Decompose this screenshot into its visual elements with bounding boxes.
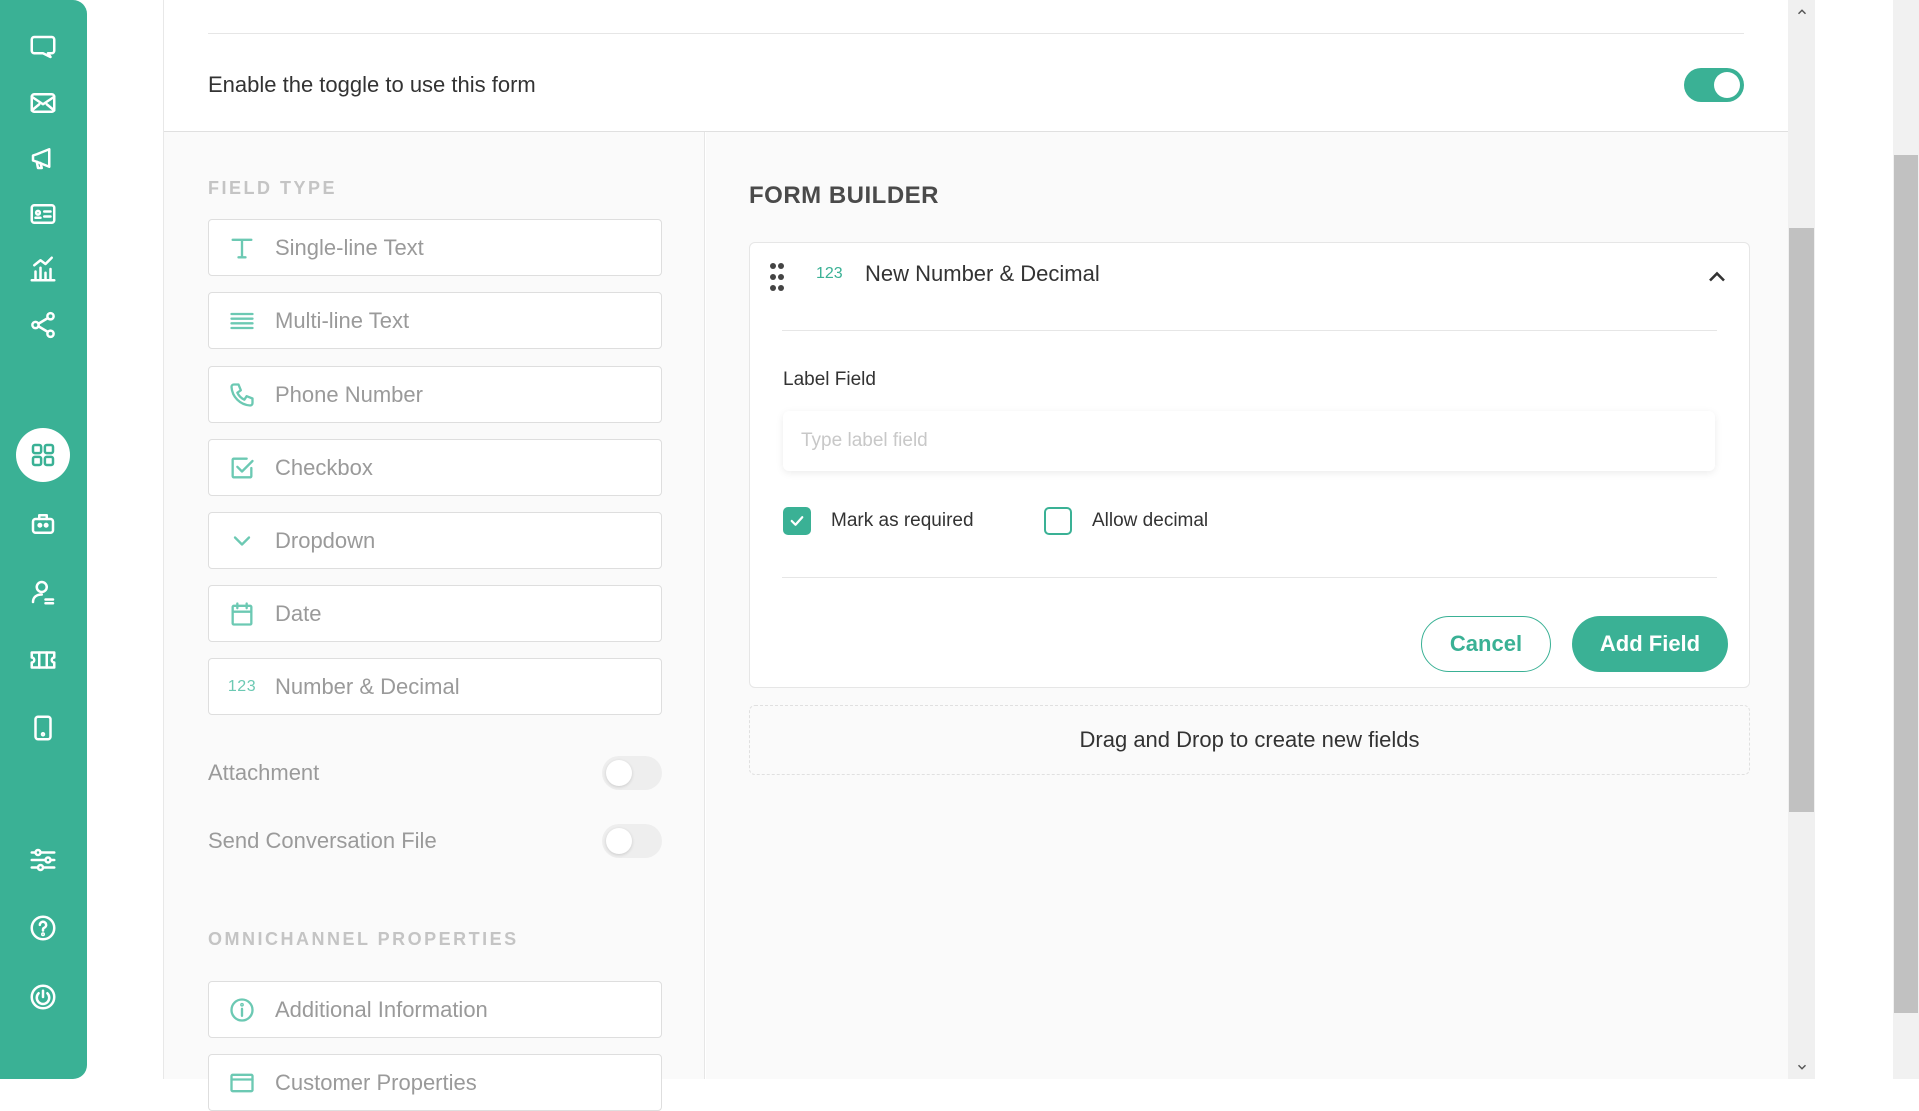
label-field-input[interactable]: [783, 411, 1715, 471]
add-field-button[interactable]: Add Field: [1572, 616, 1728, 672]
contact-card-icon[interactable]: [16, 187, 70, 241]
drop-zone[interactable]: Drag and Drop to create new fields: [749, 705, 1750, 775]
field-label: Multi-line Text: [275, 307, 410, 333]
field-label: Customer Properties: [275, 1069, 477, 1095]
allow-decimal-checkbox[interactable]: Allow decimal: [1044, 507, 1208, 535]
field-checkbox[interactable]: Checkbox: [208, 439, 662, 496]
megaphone-icon[interactable]: [16, 131, 70, 185]
field-label: Additional Information: [275, 996, 488, 1022]
drag-handle-icon[interactable]: [770, 263, 784, 293]
scrollbar-thumb[interactable]: [1894, 155, 1918, 1013]
send-conversation-file-row: Send Conversation File: [208, 824, 662, 858]
power-icon[interactable]: [16, 970, 70, 1024]
field-label: Date: [275, 600, 322, 626]
chevron-up-icon[interactable]: [1703, 263, 1731, 291]
number-icon: 123: [227, 677, 257, 695]
calendar-icon: [227, 599, 257, 629]
field-type-title: FIELD TYPE: [208, 178, 338, 198]
allow-decimal-label: Allow decimal: [1092, 510, 1209, 531]
field-single-line-text[interactable]: Single-line Text: [208, 219, 662, 276]
field-type-panel: FIELD TYPE Single-line Text Multi-line T…: [164, 132, 705, 1111]
field-multi-line-text[interactable]: Multi-line Text: [208, 292, 662, 349]
sidebar: [0, 0, 87, 1079]
inner-scrollbar[interactable]: [1788, 0, 1815, 1079]
mark-required-label: Mark as required: [831, 510, 974, 531]
field-label: Single-line Text: [275, 234, 424, 260]
send-conversation-file-toggle[interactable]: [602, 824, 662, 858]
settings-sliders-icon[interactable]: [16, 833, 70, 887]
cancel-button[interactable]: Cancel: [1421, 616, 1551, 672]
ticket-icon[interactable]: [16, 633, 70, 687]
attachment-row: Attachment: [208, 756, 662, 790]
toggle-knob: [606, 760, 632, 786]
toggle-knob: [606, 828, 632, 854]
send-conversation-file-label: Send Conversation File: [208, 828, 437, 853]
label-field-title: Label Field: [783, 369, 876, 390]
apps-grid-icon[interactable]: [16, 428, 70, 482]
attachment-label: Attachment: [208, 760, 320, 785]
divider: [782, 330, 1717, 331]
enable-form-label: Enable the toggle to use this form: [208, 72, 536, 97]
form-settings-page: Enable the toggle to use this form FIELD…: [163, 0, 1789, 1111]
drop-zone-text: Drag and Drop to create new fields: [1079, 727, 1420, 752]
divider: [208, 33, 1744, 34]
chat-icon[interactable]: [16, 20, 70, 74]
field-label: Number & Decimal: [275, 673, 460, 699]
field-date[interactable]: Date: [208, 585, 662, 642]
share-nodes-icon[interactable]: [16, 298, 70, 352]
field-label: Dropdown: [275, 527, 376, 553]
number-icon: 123: [816, 265, 843, 282]
mark-required-checkbox[interactable]: Mark as required: [783, 507, 974, 535]
agent-icon[interactable]: [16, 565, 70, 619]
analytics-icon[interactable]: [16, 242, 70, 296]
divider: [782, 577, 1717, 578]
field-phone-number[interactable]: Phone Number: [208, 366, 662, 423]
attachment-toggle[interactable]: [602, 756, 662, 790]
field-customer-properties[interactable]: Customer Properties: [208, 1054, 662, 1111]
bot-icon[interactable]: [16, 497, 70, 551]
field-editor-title: New Number & Decimal: [865, 261, 1100, 286]
scroll-down-icon[interactable]: [1788, 1055, 1815, 1079]
toggle-knob: [1714, 72, 1740, 98]
mail-icon[interactable]: [16, 76, 70, 130]
field-label: Checkbox: [275, 454, 373, 480]
checkbox-icon: [227, 453, 257, 483]
chevron-down-icon: [227, 526, 257, 556]
form-builder-title: FORM BUILDER: [749, 182, 939, 209]
field-additional-information[interactable]: Additional Information: [208, 981, 662, 1038]
field-dropdown[interactable]: Dropdown: [208, 512, 662, 569]
checkbox-checked-icon: [783, 507, 811, 535]
checkbox-unchecked-icon: [1044, 507, 1072, 535]
field-label: Phone Number: [275, 381, 423, 407]
mobile-device-icon[interactable]: [16, 701, 70, 755]
phone-icon: [227, 380, 257, 410]
field-number-decimal[interactable]: 123 Number & Decimal: [208, 658, 662, 715]
field-editor-card: 123 New Number & Decimal Label Field Mar…: [749, 242, 1750, 688]
card-icon: [227, 1068, 257, 1098]
info-icon: [227, 995, 257, 1025]
page-scrollbar[interactable]: [1893, 0, 1919, 1079]
help-icon[interactable]: [16, 901, 70, 955]
scrollbar-thumb[interactable]: [1789, 228, 1814, 812]
scroll-up-icon[interactable]: [1788, 0, 1815, 24]
omnichannel-title: OMNICHANNEL PROPERTIES: [208, 929, 519, 949]
lines-icon: [227, 306, 257, 336]
enable-form-toggle[interactable]: [1684, 68, 1744, 102]
text-t-icon: [227, 233, 257, 263]
field-editor-header[interactable]: 123 New Number & Decimal: [750, 243, 1749, 333]
form-builder-panel: FORM BUILDER 123 New Number & Decimal La…: [706, 132, 1789, 1079]
